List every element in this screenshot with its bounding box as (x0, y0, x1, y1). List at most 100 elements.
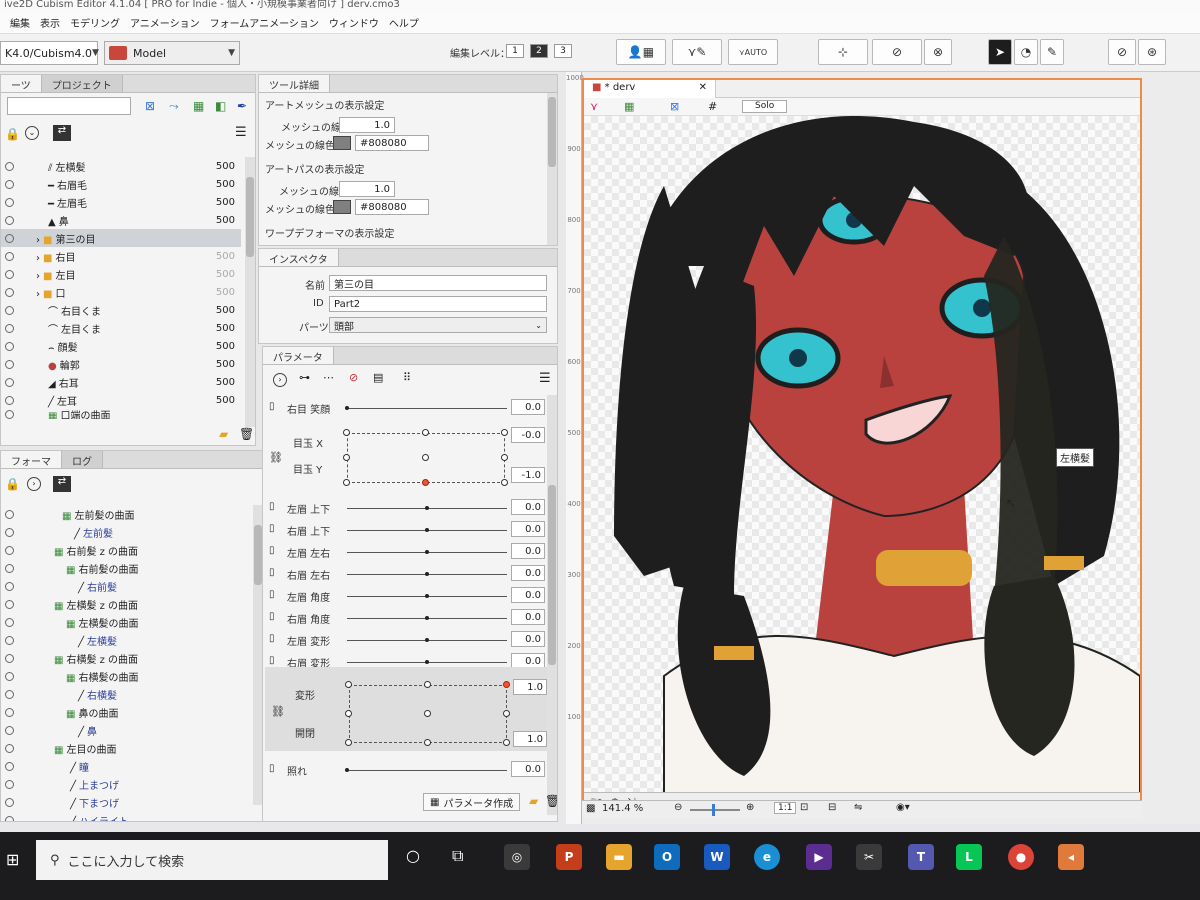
app-icon-clips[interactable]: ✂ (856, 844, 882, 870)
param-lock-icon[interactable]: ▯ (269, 589, 275, 600)
mesh-visible-icon[interactable]: ⋎ (590, 100, 598, 113)
menu-view[interactable]: 表示 (40, 15, 60, 30)
parts-select[interactable]: 頭部 ⌄ (329, 317, 547, 333)
list-item[interactable]: ⫽ 左横髪 500 (1, 157, 241, 175)
chevron-right-icon[interactable]: › (36, 271, 40, 282)
fit-width-icon[interactable]: ⊟ (828, 802, 836, 813)
deformer-icon[interactable]: ▦ (193, 99, 204, 113)
eye-icon[interactable] (5, 323, 14, 333)
param-lock-icon[interactable]: ▯ (269, 633, 275, 644)
eye-icon[interactable] (5, 527, 14, 537)
eye-icon[interactable] (5, 689, 14, 699)
edit-level-2[interactable]: 2 (530, 44, 548, 58)
eye-icon[interactable] (5, 707, 14, 717)
list-item[interactable]: ▦ 右前髪の曲面 (1, 559, 249, 577)
param-lock-icon[interactable]: ▯ (269, 567, 275, 578)
cortana-icon[interactable]: ○ (406, 846, 420, 865)
param-lock-icon[interactable]: ▯ (269, 655, 275, 666)
param-lock-icon[interactable]: ▯ (269, 545, 275, 556)
list-item[interactable]: › ■ 口 500 (1, 283, 241, 301)
param-lock-icon[interactable]: ▯ (269, 401, 275, 412)
eye-icon[interactable] (5, 269, 14, 279)
eye-icon[interactable] (5, 377, 14, 387)
list-item[interactable]: ╱ 下まつげ (1, 793, 249, 811)
slider-knob[interactable] (425, 616, 429, 620)
actual-size-button[interactable]: 1:1 (774, 802, 797, 814)
tab-parameters[interactable]: パラメータ (263, 347, 334, 364)
deformer-visible-icon[interactable]: ▦ (624, 100, 634, 113)
parts-search-input[interactable] (7, 97, 131, 115)
eye-icon[interactable] (5, 761, 14, 771)
chevron-right-icon[interactable]: › (36, 253, 40, 264)
eye-icon[interactable] (5, 395, 14, 405)
list-item[interactable]: ╱ 右横髪 (1, 685, 249, 703)
parts-tool-button[interactable]: 👤▦ (616, 39, 666, 65)
windows-start-icon[interactable]: ⊞ (6, 850, 19, 869)
zoom-in-icon[interactable]: ⊕ (746, 802, 754, 813)
close-icon[interactable]: ✕ (699, 82, 707, 93)
slider-knob[interactable] (345, 768, 349, 772)
create-parameter-button[interactable]: ▦ パラメータ作成 (423, 793, 521, 811)
path-color-input[interactable]: #808080 (355, 199, 429, 215)
list-item[interactable]: ▦ 左前髪の曲面 (1, 505, 249, 523)
mesh-color-swatch[interactable] (333, 136, 351, 150)
eye-icon[interactable] (5, 287, 14, 297)
list-item[interactable]: ━ 右眉毛 500 (1, 175, 241, 193)
menu-modeling[interactable]: モデリング (70, 15, 120, 30)
menu-form-animation[interactable]: フォームアニメーション (210, 15, 319, 30)
eye-icon[interactable] (5, 179, 14, 189)
link-icon[interactable]: ⛓ (271, 705, 285, 718)
parts-scrollbar[interactable] (245, 157, 255, 427)
checker-toggle-icon[interactable]: ▩ (586, 803, 595, 814)
eye-icon[interactable] (5, 359, 14, 369)
mesh-auto-button[interactable]: ⊛ (1138, 39, 1166, 65)
tool-details-scrollbar[interactable] (547, 93, 557, 245)
slider-knob[interactable] (425, 638, 429, 642)
eyeball-x-value[interactable]: -0.0 (511, 427, 545, 443)
list-item[interactable]: ╱ 右前髪 (1, 577, 249, 595)
eye-icon[interactable] (5, 671, 14, 681)
edit-level-1[interactable]: 1 (506, 44, 524, 58)
eye-icon[interactable] (5, 509, 14, 519)
list-item[interactable]: ╱ 左横髪 (1, 631, 249, 649)
parameter-value[interactable]: 0.0 (511, 609, 545, 625)
list-item[interactable]: ▦ 口端の曲面 (1, 409, 241, 419)
list-item[interactable]: ▦ 鼻の曲面 (1, 703, 249, 721)
grid-icon[interactable]: # (708, 100, 717, 113)
parameter-slider[interactable] (347, 408, 507, 409)
list-item[interactable]: ╱ 瞳 (1, 757, 249, 775)
zoom-out-icon[interactable]: ⊖ (674, 802, 682, 813)
eye-icon[interactable] (5, 563, 14, 573)
eye-icon[interactable] (5, 815, 14, 821)
chevron-right-icon[interactable]: › (36, 289, 40, 300)
mesh-edit-button[interactable]: ⊘ (1108, 39, 1136, 65)
tab-derv[interactable]: ■ * derv ✕ (584, 80, 716, 98)
eye-icon[interactable] (5, 305, 14, 315)
slider-knob[interactable] (425, 528, 429, 532)
select-tool-button[interactable]: ➤ (988, 39, 1012, 65)
eye-icon[interactable] (5, 797, 14, 807)
parameter-value[interactable]: 0.0 (511, 399, 545, 415)
eye-icon[interactable] (5, 161, 14, 171)
eyeball-y-value[interactable]: -1.0 (511, 467, 545, 483)
slider-knob[interactable] (345, 406, 349, 410)
new-folder-icon[interactable]: ▰ (219, 427, 228, 441)
glue-tool-button[interactable]: ⊗ (924, 39, 952, 65)
list-item[interactable]: ╱ 左前髪 (1, 523, 249, 541)
keyform-icon[interactable]: ⊶ (299, 371, 310, 384)
eye-icon[interactable] (5, 581, 14, 591)
list-item[interactable]: ⌒ 左目くま 500 (1, 319, 241, 337)
app-icon-other[interactable]: ◂ (1058, 844, 1084, 870)
task-view-icon[interactable]: ⧉ (452, 846, 463, 866)
app-icon-word[interactable]: W (704, 844, 730, 870)
keyform-add-icon[interactable]: ⋯ (323, 371, 334, 384)
deform-tool-button[interactable]: ⋎✎ (672, 39, 722, 65)
link-icon[interactable]: ⤳ (169, 99, 179, 114)
tab-deformer[interactable]: フォーマ (1, 451, 62, 468)
eye-icon[interactable] (5, 215, 14, 225)
app-icon-teams[interactable]: T (908, 844, 934, 870)
eye-icon[interactable] (5, 635, 14, 645)
chevron-right-icon[interactable]: › (27, 477, 41, 491)
eye-icon[interactable] (5, 545, 14, 555)
lock-icon[interactable]: 🔒 (5, 477, 20, 491)
